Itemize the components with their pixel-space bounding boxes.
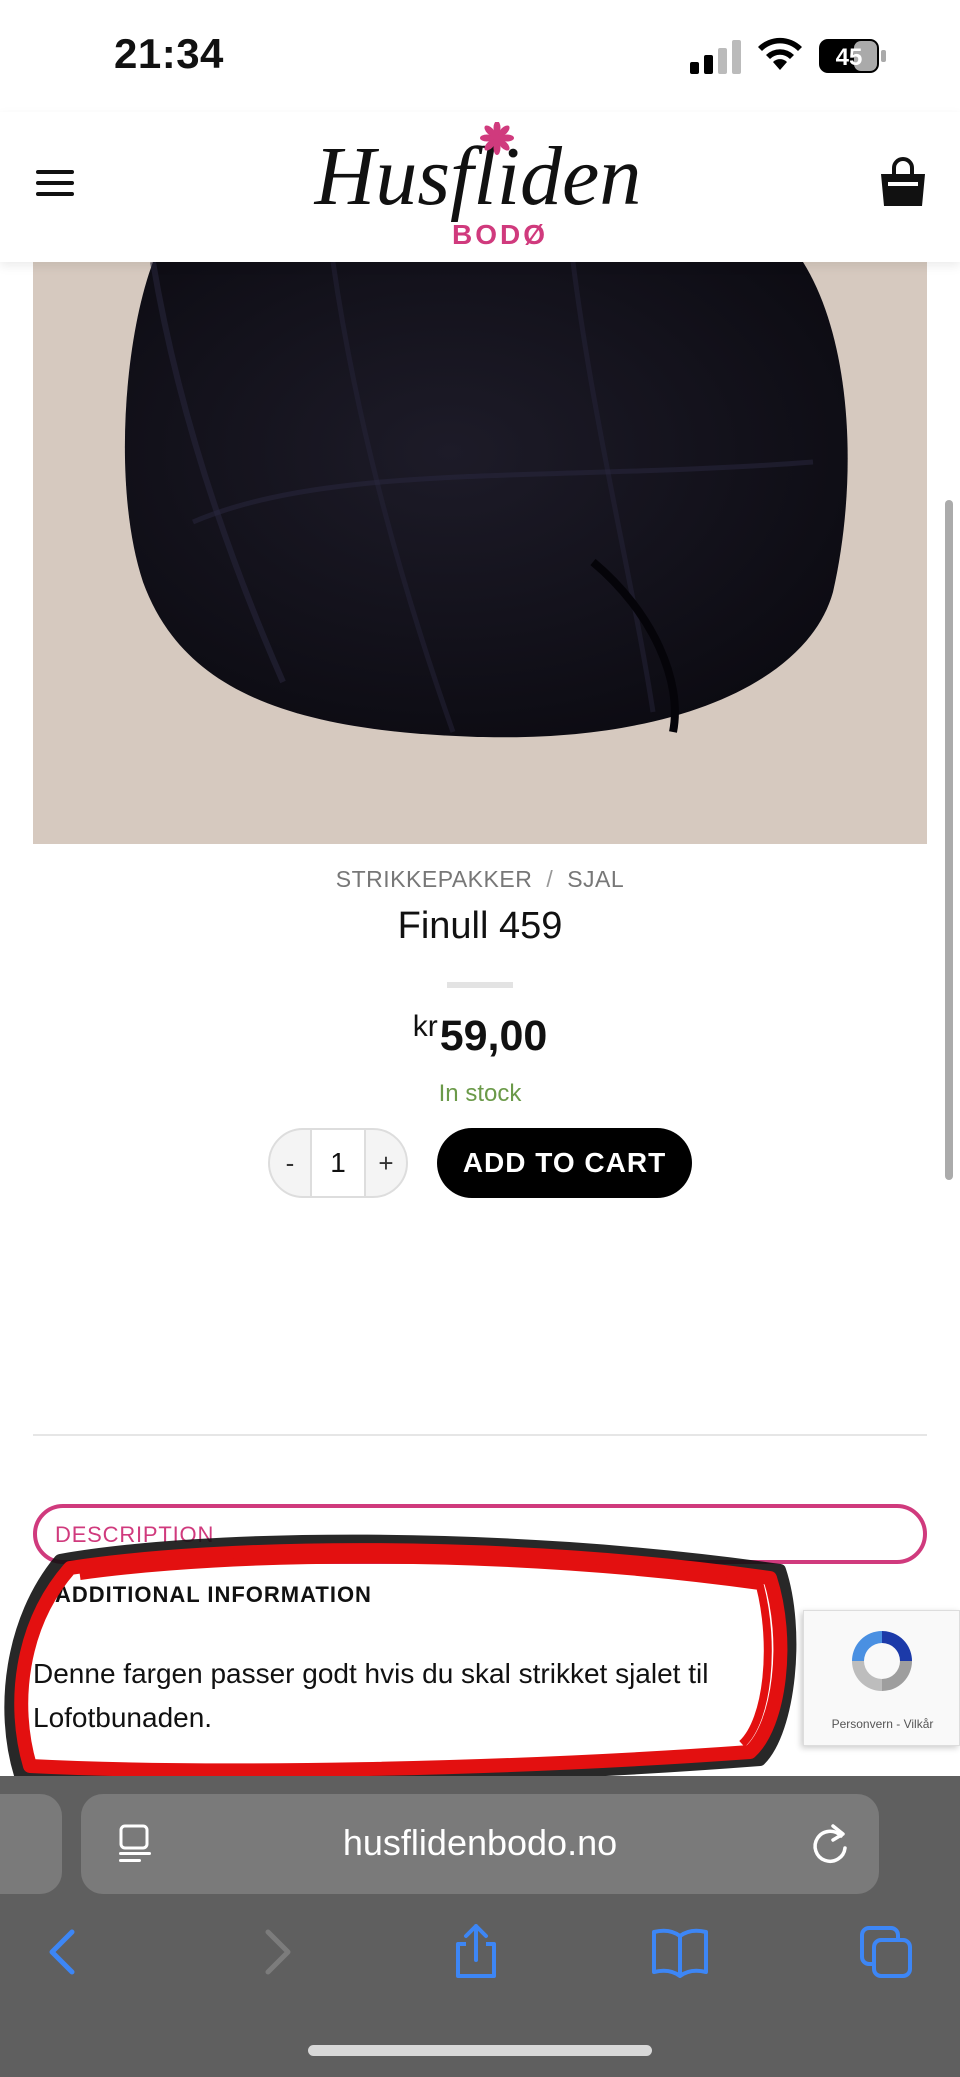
reload-icon[interactable] — [809, 1822, 851, 1866]
product-title: Finull 459 — [397, 905, 563, 947]
add-to-cart-button[interactable]: ADD TO CART — [437, 1128, 692, 1198]
page-scrollbar[interactable] — [945, 500, 953, 1180]
status-time: 21:34 — [114, 30, 224, 77]
logo-subtitle: BODØ — [452, 219, 548, 250]
recaptcha-icon — [852, 1631, 912, 1691]
hamburger-menu-icon[interactable] — [36, 168, 74, 198]
tab-additional-information[interactable]: ADDITIONAL INFORMATION — [55, 1582, 372, 1608]
breadcrumb-link-sjal[interactable]: SJAL — [567, 866, 624, 893]
status-bar: 21:34 45 — [0, 0, 960, 112]
quantity-decrease-button[interactable]: - — [270, 1148, 310, 1179]
address-bar-url: husflidenbodo.no — [342, 1822, 618, 1863]
product-description-text: Denne fargen passer godt hvis du skal st… — [33, 1658, 709, 1733]
home-indicator — [308, 2045, 652, 2056]
battery-icon: 45 — [819, 39, 886, 73]
price-amount: 59,00 — [439, 1012, 548, 1060]
browser-toolbar: husflidenbodo.no — [0, 1776, 960, 2077]
previous-tab-peek[interactable] — [0, 1794, 62, 1894]
site-header: Husfliden BODØ — [0, 112, 960, 262]
recaptcha-links[interactable]: Personvern - Vilkår — [804, 1717, 960, 1731]
stock-status: In stock — [438, 1080, 522, 1107]
back-icon[interactable] — [36, 1924, 92, 1980]
tab-description[interactable]: DESCRIPTION — [33, 1504, 927, 1564]
wifi-icon — [758, 37, 802, 70]
share-icon[interactable] — [448, 1924, 504, 1980]
shopping-bag-icon[interactable] — [878, 156, 928, 208]
tabs-icon[interactable] — [858, 1924, 914, 1980]
recaptcha-badge[interactable]: Personvern - Vilkår — [803, 1610, 960, 1746]
section-divider — [33, 1434, 927, 1436]
quantity-input[interactable]: 1 — [310, 1130, 366, 1196]
product-price: kr59,00 — [0, 1010, 960, 1061]
breadcrumb: STRIKKEPAKKER / SJAL — [0, 866, 960, 893]
yarn-ball-image — [33, 262, 927, 844]
quantity-increase-button[interactable]: + — [366, 1148, 406, 1179]
battery-level: 45 — [836, 44, 863, 71]
price-currency: kr — [412, 1010, 438, 1043]
logo-text: Husfliden — [314, 130, 642, 223]
address-bar[interactable]: husflidenbodo.no — [81, 1794, 879, 1894]
site-logo[interactable]: Husfliden BODØ — [250, 122, 710, 252]
product-image[interactable] — [33, 262, 927, 844]
title-divider — [447, 982, 513, 988]
bookmarks-icon[interactable] — [652, 1924, 708, 1980]
breadcrumb-link-strikkepakker[interactable]: STRIKKEPAKKER — [336, 866, 533, 893]
quantity-stepper: - 1 + — [268, 1128, 408, 1198]
forward-icon[interactable] — [248, 1924, 304, 1980]
cellular-signal-icon — [690, 40, 741, 74]
breadcrumb-separator: / — [546, 866, 554, 892]
